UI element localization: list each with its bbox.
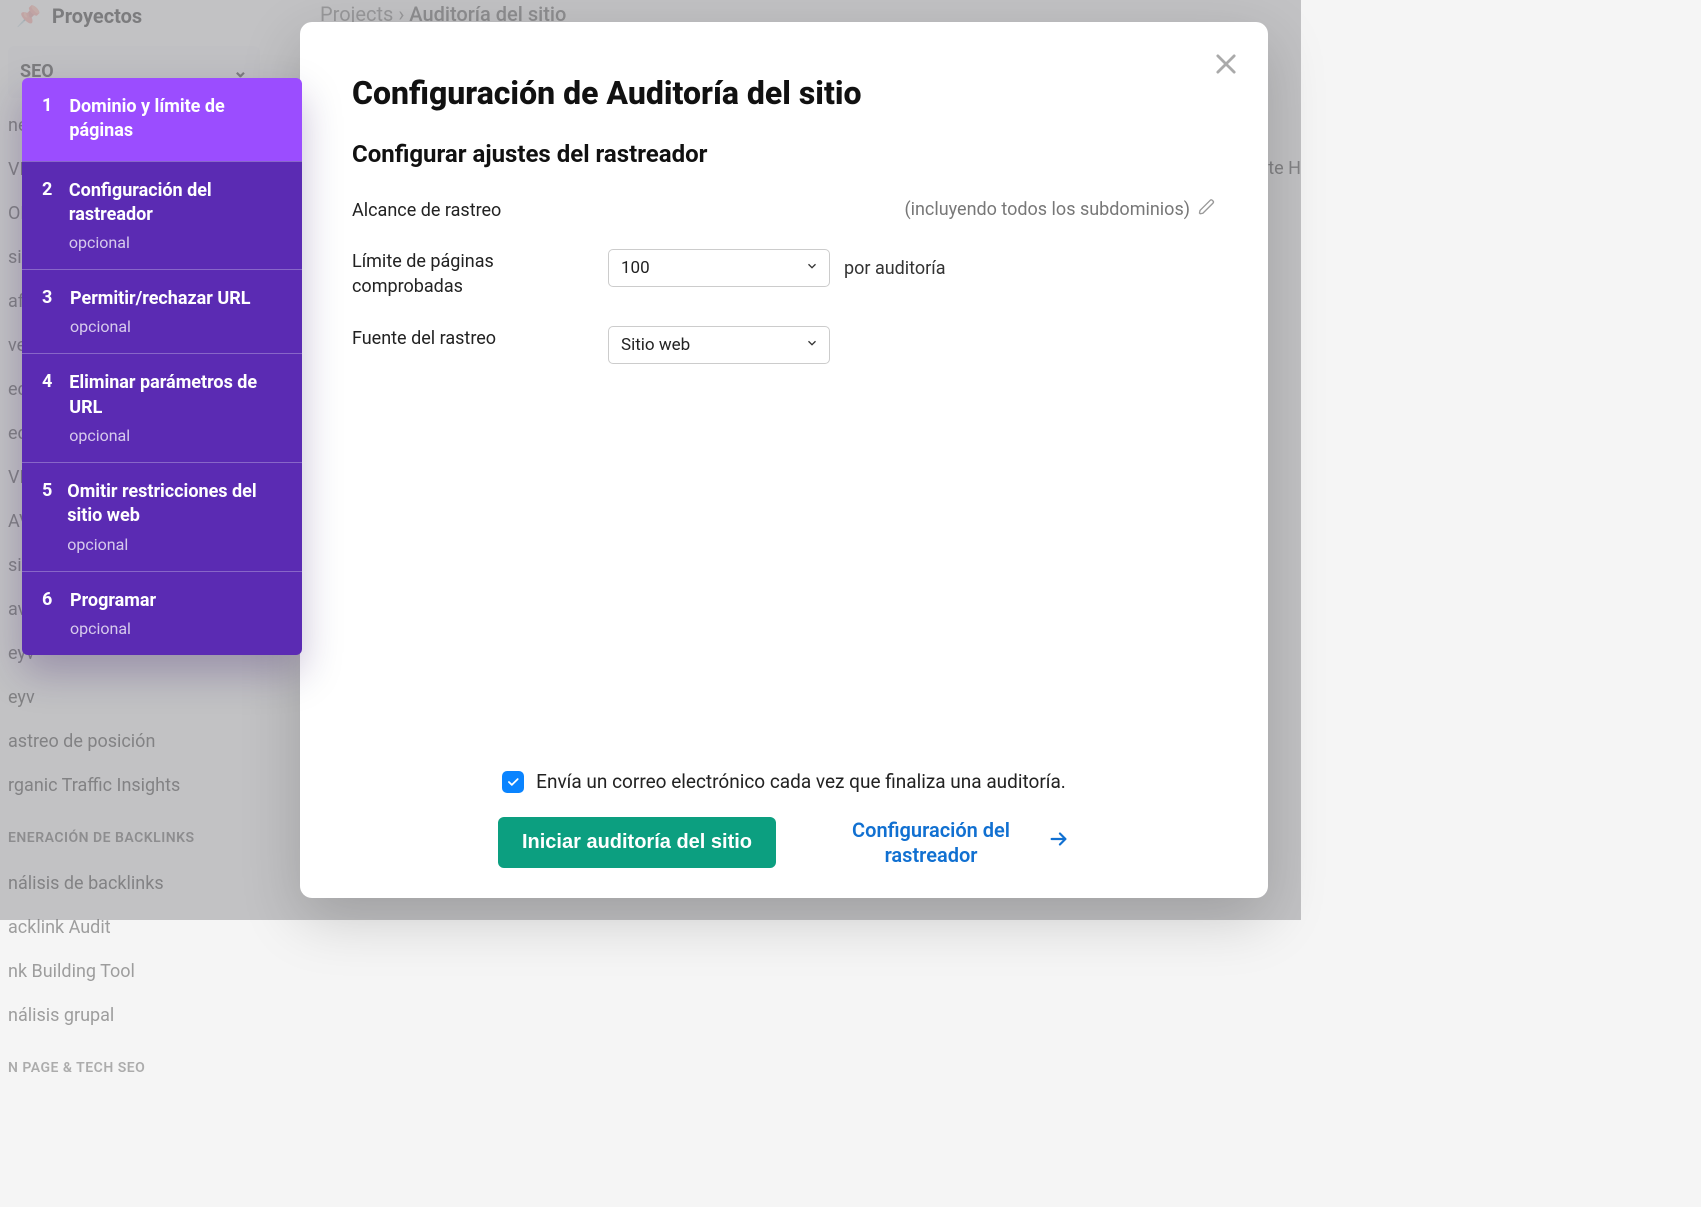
wizard-step-title: Permitir/rechazar URL [70,287,251,311]
bg-group-header: N PAGE & TECH SEO [0,1038,268,1092]
modal-title: Configuración de Auditoría del sitio [352,74,1216,112]
site-audit-config-modal: Configuración de Auditoría del sitio Con… [300,22,1268,898]
wizard-step-optional: opcional [69,233,282,252]
label-crawl-source: Fuente del rastreo [352,326,580,351]
wizard-step-number: 4 [42,371,55,445]
next-step-link-label: Configuración del rastreador [836,818,1026,868]
row-crawl-scope: Alcance de rastreo (incluyendo todos los… [352,198,1216,223]
wizard-step-number: 6 [42,589,56,638]
wizard-step-title: Omitir restricciones del sitio web [67,480,282,529]
crawler-settings-form: Alcance de rastreo (incluyendo todos los… [352,198,1216,390]
chevron-down-icon [805,335,819,355]
wizard-step-6[interactable]: 6 Programar opcional [22,571,302,655]
wizard-step-2[interactable]: 2 Configuración del rastreador opcional [22,161,302,270]
wizard-step-optional: opcional [70,619,156,638]
email-notify-checkbox[interactable] [502,771,524,793]
wizard-step-optional: opcional [70,317,251,336]
row-crawl-source: Fuente del rastreo Sitio web [352,326,1216,364]
wizard-step-number: 1 [42,95,55,144]
label-page-limit: Límite de páginas comprobadas [352,249,580,299]
wizard-step-title: Eliminar parámetros de URL [69,371,282,420]
close-button[interactable] [1212,50,1240,78]
page-limit-suffix: por auditoría [844,258,946,279]
select-page-limit[interactable]: 100 [608,249,830,287]
select-crawl-source-value: Sitio web [621,335,690,355]
email-notify-row: Envía un correo electrónico cada vez que… [352,770,1216,793]
next-step-link[interactable]: Configuración del rastreador [836,818,1070,868]
check-icon [506,775,520,789]
label-crawl-scope: Alcance de rastreo [352,198,580,223]
crawl-scope-hint: (incluyendo todos los subdominios) [904,198,1216,221]
crawl-scope-hint-text: (incluyendo todos los subdominios) [904,199,1190,220]
row-page-limit: Límite de páginas comprobadas 100 por au… [352,249,1216,299]
modal-footer: Envía un correo electrónico cada vez que… [352,754,1216,868]
wizard-step-1[interactable]: 1 Dominio y límite de páginas [22,78,302,161]
wizard-step-title: Configuración del rastreador [69,179,282,228]
wizard-step-title: Dominio y límite de páginas [69,95,282,144]
email-notify-label: Envía un correo electrónico cada vez que… [536,770,1066,793]
edit-icon[interactable] [1198,198,1216,221]
select-page-limit-value: 100 [621,258,650,278]
wizard-steps: 1 Dominio y límite de páginas 2 Configur… [22,78,302,655]
modal-subtitle: Configurar ajustes del rastreador [352,140,1216,168]
bg-item: nálisis grupal [0,994,268,1038]
arrow-right-icon [1048,828,1070,858]
wizard-step-optional: opcional [67,535,282,554]
wizard-step-number: 2 [42,179,55,253]
select-crawl-source[interactable]: Sitio web [608,326,830,364]
close-icon [1212,50,1240,78]
wizard-step-3[interactable]: 3 Permitir/rechazar URL opcional [22,269,302,353]
wizard-step-number: 3 [42,287,56,336]
wizard-step-5[interactable]: 5 Omitir restricciones del sitio web opc… [22,462,302,571]
bg-item: nk Building Tool [0,950,268,994]
wizard-step-number: 5 [42,480,53,554]
wizard-step-optional: opcional [69,426,282,445]
wizard-step-4[interactable]: 4 Eliminar parámetros de URL opcional [22,353,302,462]
chevron-down-icon [805,258,819,278]
wizard-step-title: Programar [70,589,156,613]
start-audit-button[interactable]: Iniciar auditoría del sitio [498,817,776,868]
